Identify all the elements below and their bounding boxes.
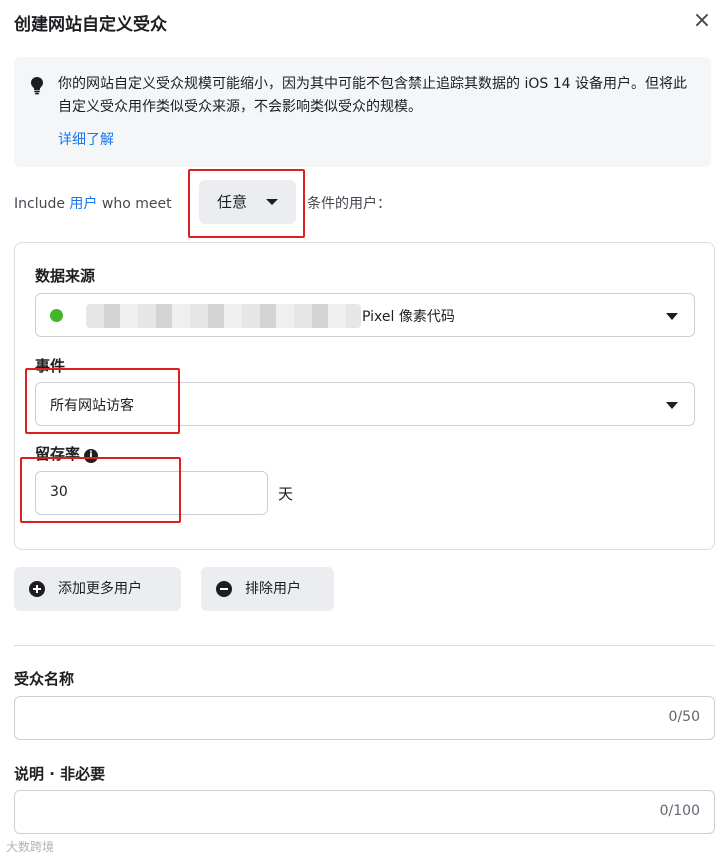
char-counter: 0/100: [659, 803, 700, 819]
match-any-dropdown[interactable]: 任意: [199, 180, 296, 224]
include-criteria-row: Include 用户 who meet: [14, 190, 172, 218]
exclude-users-button[interactable]: 排除用户: [201, 567, 334, 611]
status-dot: [50, 309, 63, 322]
caret-down-icon: [266, 199, 278, 205]
retention-value: 30: [50, 484, 68, 500]
description-input[interactable]: 0/100: [14, 790, 715, 834]
retention-label: 留存率 i: [35, 443, 99, 464]
add-more-users-label: 添加更多用户: [58, 581, 142, 597]
retention-label-text: 留存率: [35, 445, 81, 463]
lightbulb-icon: [31, 77, 43, 95]
minus-circle-icon: [216, 581, 232, 597]
who-meet-text: who meet: [101, 196, 172, 212]
event-label: 事件: [35, 357, 66, 375]
source-value: Pixel 像素代码: [362, 309, 455, 325]
redacted-source-name: [86, 304, 361, 328]
data-source-dropdown[interactable]: Pixel 像素代码: [35, 293, 695, 337]
divider: [14, 645, 715, 646]
plus-circle-icon: [29, 581, 45, 597]
add-more-users-button[interactable]: 添加更多用户: [14, 567, 181, 611]
rule-card: 数据来源 Pixel 像素代码 事件 所有网站访客 留存率 i 30 天: [14, 242, 715, 550]
retention-days-input[interactable]: 30: [35, 471, 268, 515]
conditions-suffix: 条件的用户：: [307, 196, 391, 212]
include-prefix: Include: [14, 196, 65, 212]
data-source-label: 数据来源: [35, 267, 96, 285]
retention-unit: 天: [278, 485, 294, 503]
caret-down-icon: [666, 402, 678, 409]
match-any-value: 任意: [217, 193, 248, 211]
close-icon[interactable]: ×: [690, 8, 714, 34]
exclude-users-label: 排除用户: [245, 581, 301, 597]
dialog-header: 创建网站自定义受众 ×: [14, 8, 714, 36]
learn-more-link[interactable]: 详细了解: [58, 129, 114, 149]
ios14-notice: 你的网站自定义受众规模可能缩小，因为其中可能不包含禁止追踪其数据的 iOS 14…: [14, 57, 711, 167]
description-label: 说明 · 非必要: [14, 765, 106, 783]
char-counter: 0/50: [668, 709, 700, 725]
info-icon[interactable]: i: [84, 449, 99, 463]
event-value: 所有网站访客: [50, 398, 134, 414]
notice-text: 你的网站自定义受众规模可能缩小，因为其中可能不包含禁止追踪其数据的 iOS 14…: [58, 76, 687, 115]
caret-down-icon: [666, 313, 678, 320]
event-dropdown[interactable]: 所有网站访客: [35, 382, 695, 426]
dialog-title: 创建网站自定义受众: [14, 15, 167, 35]
watermark: 大数跨境: [6, 840, 55, 854]
audience-name-label: 受众名称: [14, 670, 75, 688]
users-link[interactable]: 用户: [69, 196, 97, 212]
audience-name-input[interactable]: 0/50: [14, 696, 715, 740]
